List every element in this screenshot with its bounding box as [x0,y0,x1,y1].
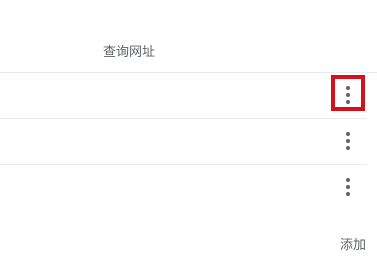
more-vert-icon [346,178,350,182]
table-row [0,73,367,119]
more-actions-button[interactable] [332,125,364,157]
column-header-query-url: 查询网址 [103,45,156,60]
more-vert-icon [346,132,350,136]
more-actions-button[interactable] [332,79,364,111]
table-header: 查询网址 [0,0,377,73]
more-actions-button[interactable] [332,171,364,203]
add-button[interactable]: 添加 [340,234,366,253]
table-row [0,119,367,165]
table-row [0,165,367,209]
more-vert-icon [346,86,350,90]
